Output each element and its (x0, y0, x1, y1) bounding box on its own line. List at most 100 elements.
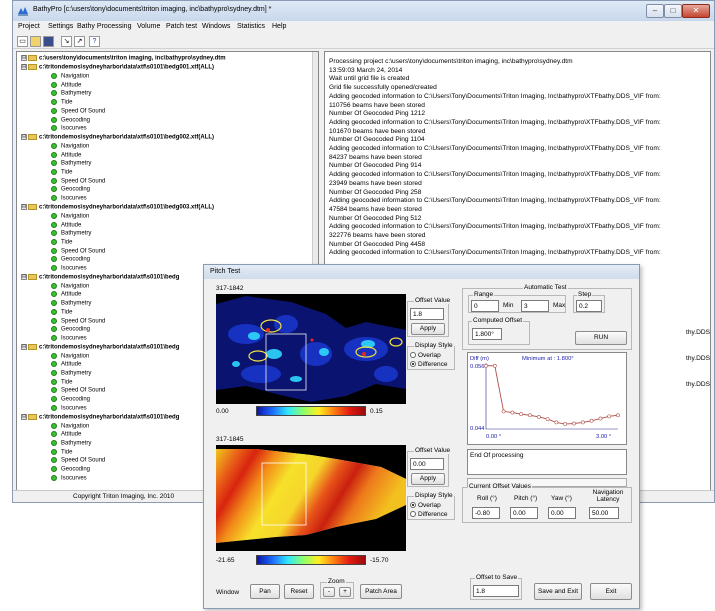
top-line-label: 317-1842 (216, 285, 244, 292)
help-icon[interactable]: ? (89, 36, 100, 47)
tree-node-layer[interactable]: Bathymetry (51, 300, 91, 308)
tree-node-layer[interactable]: Isocurves (51, 125, 87, 133)
tree-node-layer[interactable]: Navigation (51, 422, 90, 431)
reset-button[interactable]: Reset (284, 584, 314, 599)
expand-toggle-icon[interactable]: ⊟ (21, 413, 27, 420)
menu-project[interactable]: Project (18, 23, 40, 30)
tree-node-label: Navigation (61, 423, 90, 430)
overlap-map[interactable] (216, 445, 406, 551)
patch-area-button[interactable]: Patch Area (360, 584, 402, 599)
top-difference-radio[interactable]: Difference (410, 361, 448, 368)
expand-toggle-icon[interactable]: ⊟ (21, 203, 27, 210)
bottom-offset-input[interactable]: 0.00 (410, 458, 444, 470)
tree-node-layer[interactable]: Tide (51, 99, 72, 107)
tree-node-file[interactable]: ⊟ c:\tritondemos\sydneyharbor\data\xtf\s0… (21, 273, 179, 283)
tree-node-layer[interactable]: Isocurves (51, 404, 87, 413)
tree-node-label: Speed Of Sound (61, 248, 106, 255)
tree-node-file[interactable]: ⊟ c:\users\tony\documents\triton imaging,… (21, 55, 226, 64)
import-icon[interactable]: ↘ (61, 36, 72, 47)
tree-node-layer[interactable]: Navigation (51, 282, 89, 291)
tree-node-file[interactable]: ⊟ c:\tritondemos\sydneyharbor\data\xtf\s0… (21, 133, 214, 143)
zoom-out-button[interactable]: - (323, 587, 335, 597)
tree-node-layer[interactable]: Bathymetry (51, 370, 91, 378)
tree-node-layer[interactable]: Isocurves (51, 195, 87, 203)
difference-map[interactable] (216, 294, 406, 404)
menu-windows[interactable]: Windows (202, 23, 230, 30)
tree-node-layer[interactable]: Isocurves (51, 334, 87, 343)
top-offset-input[interactable]: 1.8 (410, 308, 444, 320)
tree-node-layer[interactable]: Geocoding (51, 116, 90, 125)
top-overlap-radio[interactable]: Overlap (410, 352, 441, 359)
tree-node-layer[interactable]: Speed Of Sound (51, 317, 105, 326)
tree-node-file[interactable]: ⊟ c:\tritondemos\sydneyharbor\data\xtf\s0… (21, 203, 214, 213)
zoom-in-button[interactable]: + (339, 587, 351, 597)
tree-node-layer[interactable]: Tide (51, 378, 72, 387)
save-and-exit-button[interactable]: Save and Exit (534, 583, 582, 600)
range-max-input[interactable]: 3 (521, 300, 549, 312)
maximize-button[interactable]: □ (664, 4, 682, 18)
bottom-apply-button[interactable]: Apply (411, 473, 445, 485)
close-button[interactable]: ✕ (682, 4, 710, 18)
tree-node-layer[interactable]: Tide (51, 169, 72, 177)
menu-statistics[interactable]: Statistics (237, 23, 265, 30)
offset-to-save-input[interactable]: 1.8 (473, 585, 519, 597)
step-input[interactable]: 0.2 (576, 300, 602, 312)
tree-node-layer[interactable]: Speed Of Sound (51, 387, 105, 395)
export-icon[interactable]: ↗ (74, 36, 85, 47)
tree-node-layer[interactable]: Geocoding (51, 186, 90, 194)
tree-node-layer[interactable]: Geocoding (51, 256, 90, 264)
bottom-difference-radio[interactable]: Difference (410, 511, 448, 518)
menu-settings[interactable]: Settings (48, 23, 73, 30)
tree-node-layer[interactable]: Tide (51, 448, 72, 457)
tree-node-layer[interactable]: Bathymetry (51, 439, 92, 448)
menu-bathy-processing[interactable]: Bathy Processing (77, 23, 131, 30)
menu-help[interactable]: Help (272, 23, 286, 30)
menu-patch-test[interactable]: Patch test (166, 23, 197, 30)
tree-node-layer[interactable]: Speed Of Sound (51, 457, 105, 465)
tree-node-label: Bathymetry (61, 440, 92, 447)
tree-node-layer[interactable]: Bathymetry (51, 230, 91, 238)
tree-node-layer[interactable]: Attitude (51, 291, 81, 299)
open-folder-icon[interactable] (30, 36, 41, 47)
tree-node-layer[interactable]: Attitude (51, 361, 81, 369)
exit-button[interactable]: Exit (590, 583, 632, 600)
save-icon[interactable] (43, 36, 54, 47)
range-min-input[interactable]: 0 (471, 300, 499, 312)
bottom-overlap-radio[interactable]: Overlap (410, 502, 441, 509)
new-file-icon[interactable]: ▭ (17, 36, 28, 47)
expand-toggle-icon[interactable]: ⊟ (21, 55, 27, 61)
top-apply-button[interactable]: Apply (411, 323, 445, 335)
tree-node-layer[interactable]: Geocoding (51, 326, 90, 334)
tree-node-layer[interactable]: Attitude (51, 431, 81, 439)
tree-node-layer[interactable]: Attitude (51, 81, 81, 90)
tree-node-layer[interactable]: Tide (51, 238, 72, 247)
tree-node-layer[interactable]: Attitude (51, 221, 81, 230)
tree-node-layer[interactable]: Bathymetry (51, 160, 91, 168)
tree-node-layer[interactable]: Isocurves (51, 265, 87, 273)
tree-node-layer[interactable]: Bathymetry (51, 90, 91, 98)
tree-node-layer[interactable]: Navigation (51, 73, 89, 81)
menu-volume[interactable]: Volume (137, 23, 160, 30)
minimize-button[interactable]: – (646, 4, 664, 18)
expand-toggle-icon[interactable]: ⊟ (21, 343, 27, 350)
run-button[interactable]: RUN (575, 331, 627, 345)
tree-node-layer[interactable]: Navigation (51, 352, 89, 361)
expand-toggle-icon[interactable]: ⊟ (21, 133, 27, 140)
tree-node-layer[interactable]: Speed Of Sound (51, 107, 105, 116)
tree-node-file[interactable]: ⊟ c:\tritondemos\sydneyharbor\data\xtf\s0… (21, 64, 214, 73)
tree-node-layer[interactable]: Tide (51, 308, 72, 317)
tree-node-layer[interactable]: Attitude (51, 151, 81, 160)
pan-button[interactable]: Pan (250, 584, 280, 599)
tree-node-layer[interactable]: Navigation (51, 142, 89, 151)
tree-node-layer[interactable]: Isocurves (51, 474, 87, 483)
expand-toggle-icon[interactable]: ⊟ (21, 64, 27, 70)
tree-node-file[interactable]: ⊟ c:\tritondemos\sydneyharbor\data\xtf\s0… (21, 413, 179, 423)
tree-node-layer[interactable]: Speed Of Sound (51, 247, 106, 256)
expand-toggle-icon[interactable]: ⊟ (21, 273, 27, 280)
tree-node-file[interactable]: ⊟ c:\tritondemos\sydneyharbor\data\xtf\s0… (21, 343, 179, 353)
tree-node-layer[interactable]: Navigation (51, 212, 89, 221)
tree-node-layer[interactable]: Geocoding (51, 396, 90, 404)
tree-node-layer[interactable]: Geocoding (51, 466, 90, 474)
tree-node-layer[interactable]: Speed Of Sound (51, 177, 105, 186)
latency-value: 50.00 (589, 507, 619, 519)
